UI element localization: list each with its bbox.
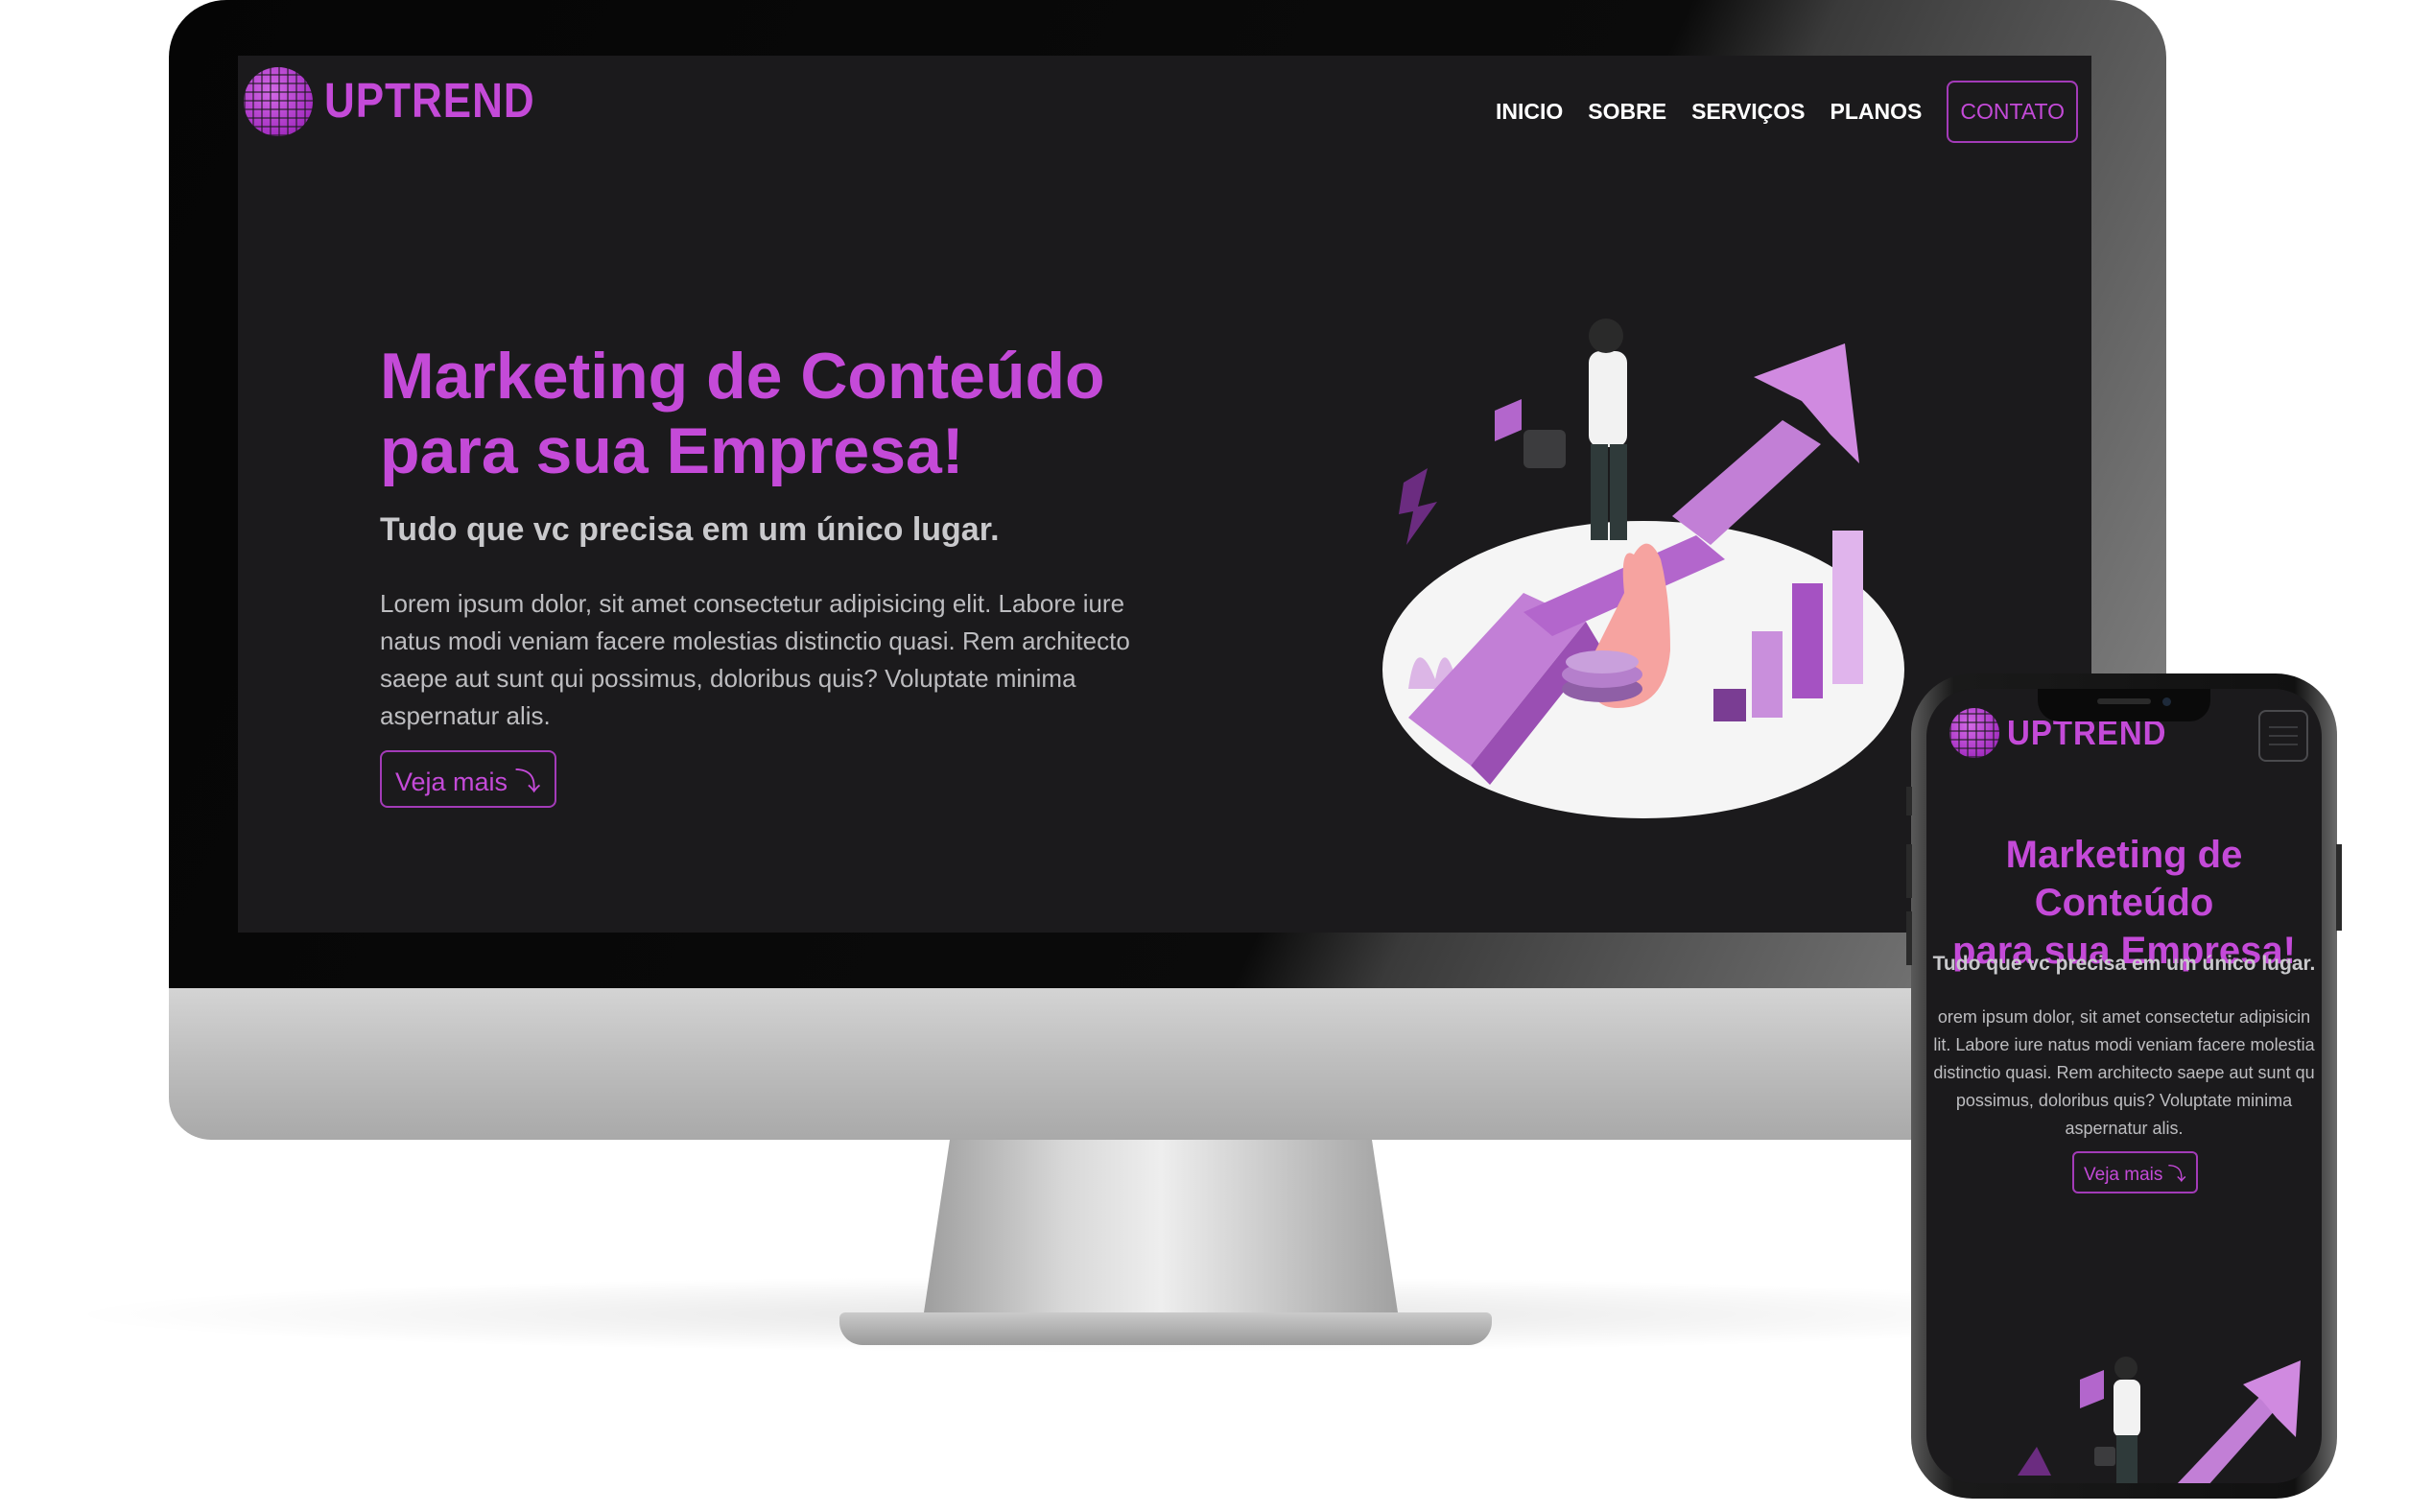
desktop-screen: UPTREND INICIO SOBRE SERVIÇOS PLANOS CON… [238, 56, 2091, 933]
menu-bar [2269, 726, 2298, 728]
phone-speaker [2097, 698, 2151, 704]
see-more-button[interactable]: Veja mais ⤵ [2072, 1151, 2198, 1193]
nav-item-sobre[interactable]: SOBRE [1588, 99, 1666, 125]
menu-bar [2269, 744, 2298, 745]
body-line: orem ipsum dolor, sit amet consectetur a… [1937, 1007, 2311, 1027]
brand-name: UPTREND [324, 74, 535, 129]
hero-subtitle: Tudo que vc precisa em um único lugar. [380, 511, 1000, 548]
globe-logo-icon [1949, 708, 1999, 758]
hero-subtitle: Tudo que vc precisa em um único lugar. [1932, 953, 2316, 975]
monitor-stand-foot [839, 1312, 1492, 1345]
mobile-screen: UPTREND Marketing de Conteúdo para sua E… [1926, 689, 2322, 1483]
body-line: lit. Labore iure natus modi veniam facer… [1933, 1035, 2315, 1054]
phone-power-button [2336, 844, 2342, 931]
nav-item-servicos[interactable]: SERVIÇOS [1691, 99, 1805, 125]
body-line: possimus, doloribus quis? Voluptate mini… [1955, 1091, 2293, 1110]
globe-logo-icon [244, 67, 313, 136]
phone-volume-button [1906, 911, 1912, 965]
brand-logo[interactable]: UPTREND [244, 67, 535, 136]
hero-body-text: orem ipsum dolor, sit amet consectetur a… [1926, 1004, 2322, 1143]
body-line: distinctio quasi. Rem architecto saepe a… [1933, 1063, 2315, 1082]
menu-bar [2269, 735, 2298, 737]
phone-notch [2038, 689, 2210, 721]
hero-title: Marketing de Conteúdo para sua Empresa! [380, 339, 1109, 488]
nav-item-inicio[interactable]: INICIO [1496, 99, 1563, 125]
monitor-stand-neck [921, 1140, 1401, 1332]
phone-camera-icon [2162, 697, 2171, 706]
hamburger-menu-icon[interactable] [2258, 710, 2308, 762]
hero-title-line2: para sua Empresa! [380, 414, 964, 487]
main-nav: INICIO SOBRE SERVIÇOS PLANOS CONTATO [1496, 81, 2078, 143]
phone-side-button [1906, 787, 1912, 815]
phone-volume-button [1906, 844, 1912, 898]
hero-title-line1: Marketing de Conteúdo [380, 340, 1105, 413]
body-line: aspernatur alis. [2065, 1119, 2184, 1138]
monitor-chin [169, 988, 2166, 1140]
growth-arrow-illustration [1382, 319, 1904, 818]
see-more-button[interactable]: Veja mais ⤵ [380, 750, 556, 808]
growth-arrow-illustration [2018, 1357, 2301, 1483]
contact-button[interactable]: CONTATO [1947, 81, 2078, 143]
hero-body-text: Lorem ipsum dolor, sit amet consectetur … [380, 589, 1130, 730]
nav-item-planos[interactable]: PLANOS [1830, 99, 1923, 125]
hero-title-line1: Marketing de Conteúdo [2005, 834, 2243, 924]
